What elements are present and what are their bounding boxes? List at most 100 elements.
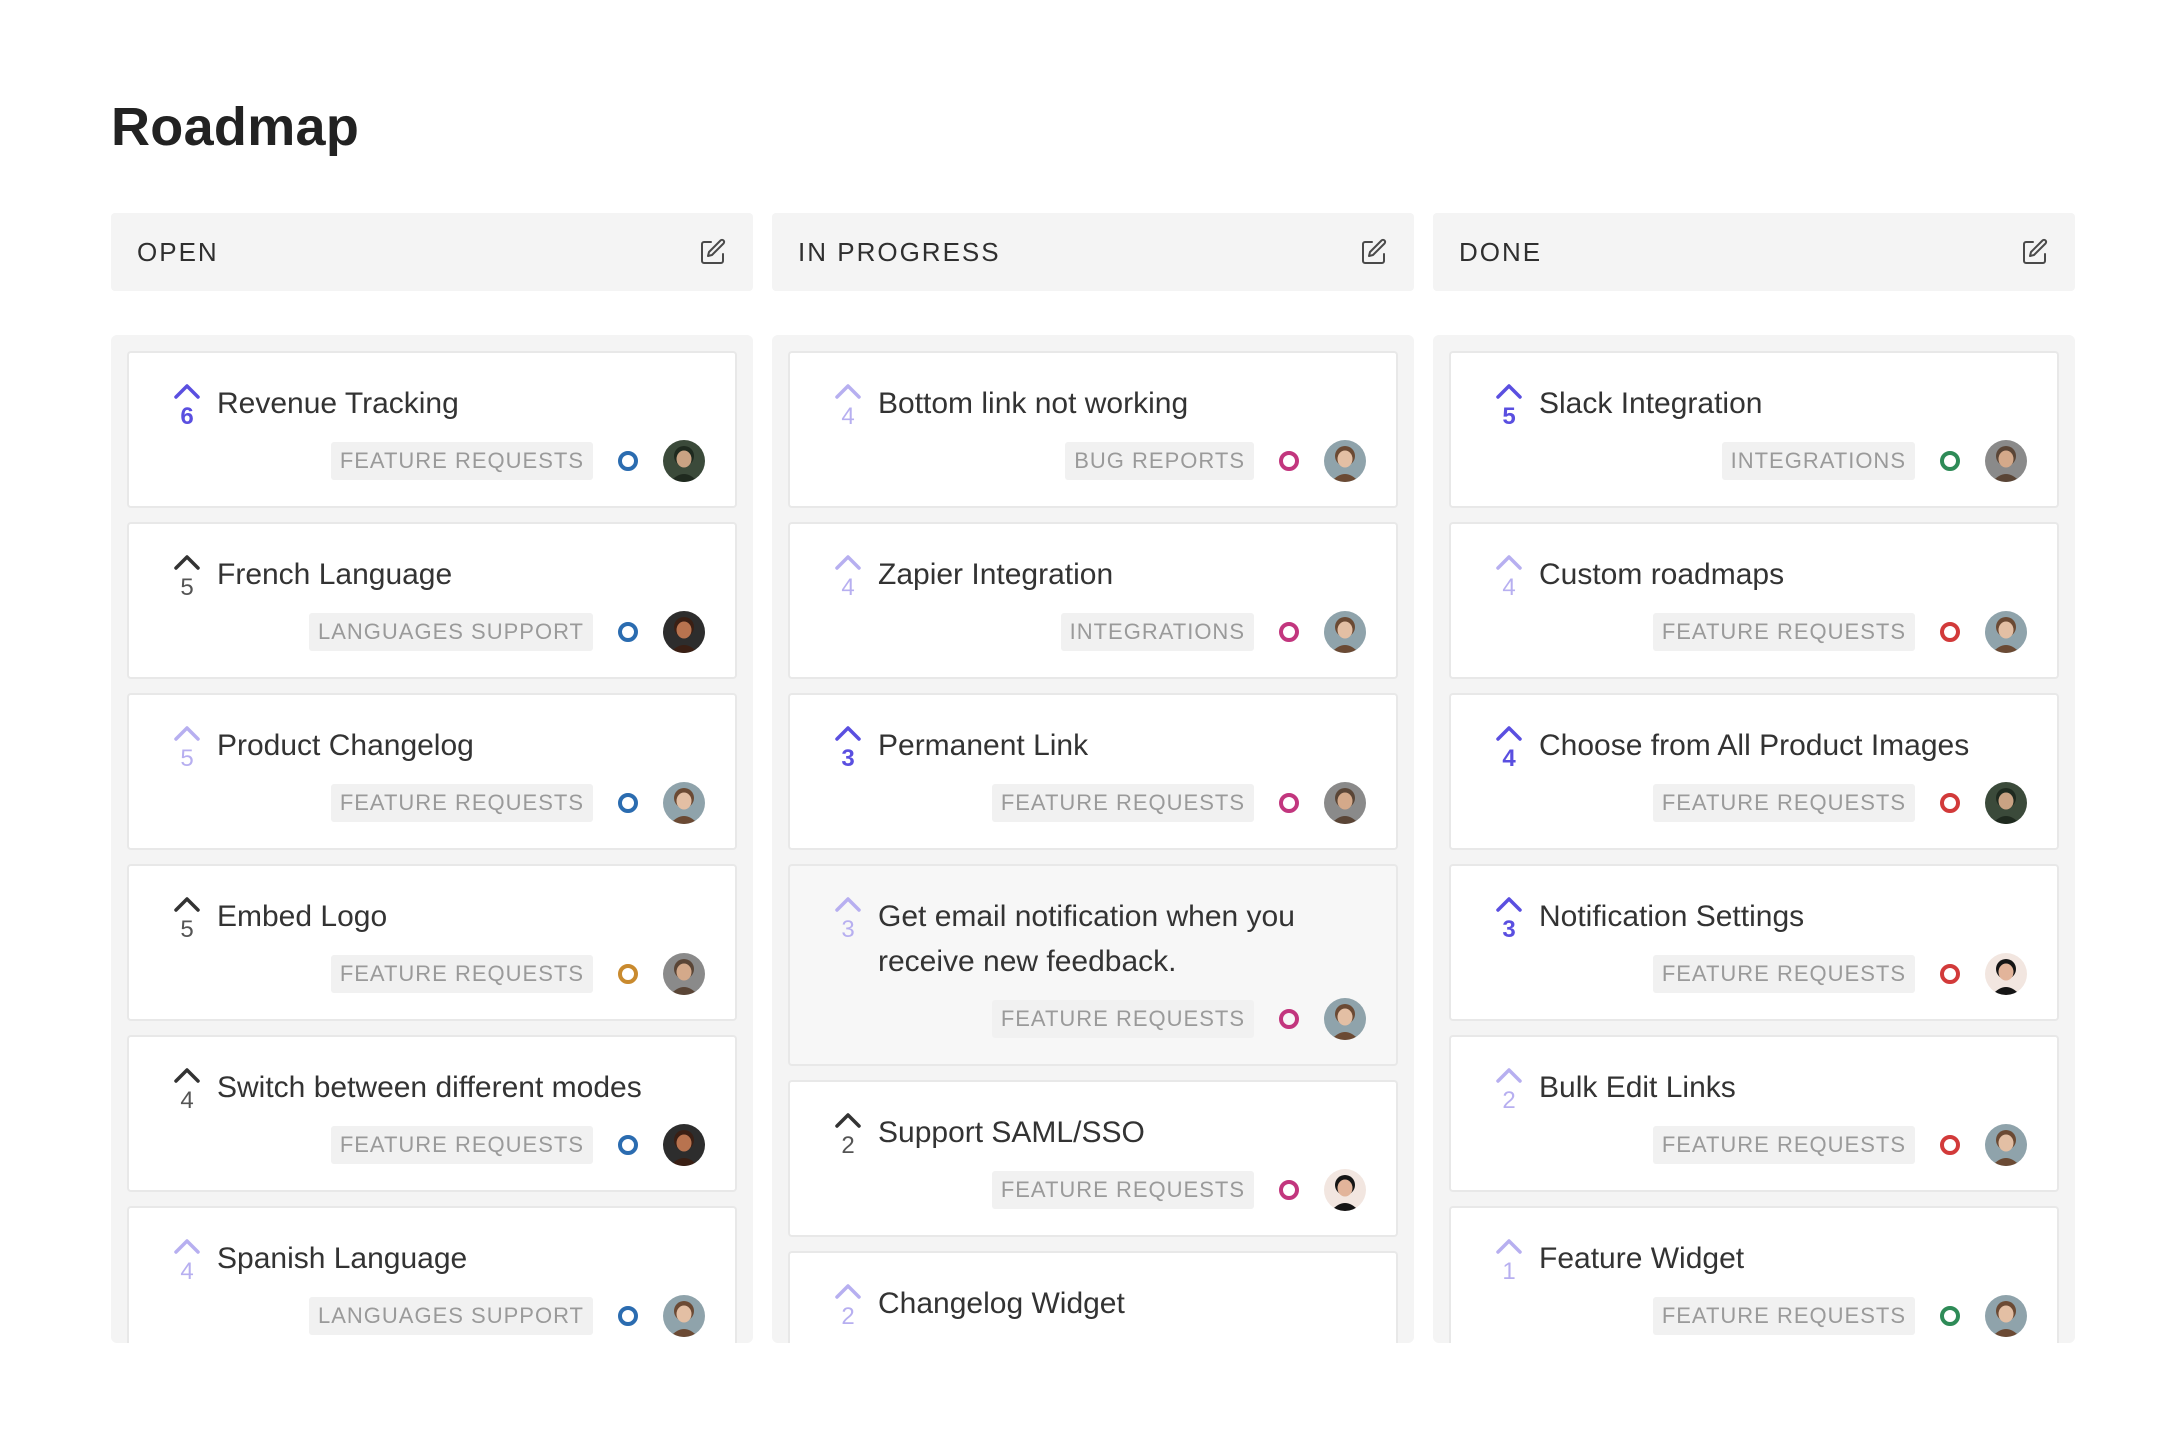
upvote-button[interactable]: 3	[1491, 894, 1527, 944]
upvote-button[interactable]: 5	[169, 552, 205, 602]
roadmap-card[interactable]: 6 Revenue Tracking FEATURE REQUESTS	[127, 351, 737, 508]
vote-count: 4	[180, 1258, 194, 1285]
roadmap-card[interactable]: 5 Slack Integration INTEGRATIONS	[1449, 351, 2059, 508]
card-title: Bottom link not working	[878, 387, 1189, 420]
vote-count: 3	[1502, 916, 1516, 943]
category-tag: LANGUAGES SUPPORT	[309, 613, 593, 651]
roadmap-card[interactable]: 3 Notification Settings FEATURE REQUESTS	[1449, 864, 2059, 1021]
column-header: OPEN	[111, 213, 753, 291]
roadmap-card[interactable]: 4 Zapier Integration INTEGRATIONS	[788, 522, 1398, 679]
upvote-button[interactable]: 4	[169, 1236, 205, 1286]
roadmap-card[interactable]: 1 Feature Widget FEATURE REQUESTS	[1449, 1206, 2059, 1343]
vote-count: 4	[841, 574, 855, 601]
avatar	[1324, 440, 1366, 482]
upvote-button[interactable]: 3	[830, 894, 866, 944]
avatar	[1985, 1124, 2027, 1166]
roadmap-card[interactable]: 4 Custom roadmaps FEATURE REQUESTS	[1449, 522, 2059, 679]
avatar	[1324, 1169, 1366, 1211]
column-body[interactable]: 5 Slack Integration INTEGRATIONS 4 Custom ro…	[1433, 335, 2075, 1343]
edit-icon[interactable]	[1358, 236, 1390, 268]
status-indicator	[618, 964, 638, 984]
card-meta: FEATURE REQUESTS	[1652, 782, 2027, 824]
vote-count: 4	[1502, 745, 1516, 772]
avatar	[663, 782, 705, 824]
card-title: Revenue Tracking	[217, 387, 459, 420]
column-in-progress: IN PROGRESS 4 Bottom link not working BUG R…	[772, 213, 1414, 1343]
status-indicator	[618, 793, 638, 813]
card-meta: LANGUAGES SUPPORT	[309, 1295, 705, 1337]
category-tag: FEATURE REQUESTS	[1652, 1297, 1915, 1335]
upvote-arrow-icon	[1494, 723, 1524, 743]
column-title: OPEN	[137, 236, 219, 267]
column-body[interactable]: 6 Revenue Tracking FEATURE REQUESTS 5 French…	[111, 335, 753, 1343]
upvote-arrow-icon	[172, 552, 202, 572]
card-meta: FEATURE REQUESTS	[330, 440, 705, 482]
upvote-button[interactable]: 5	[1491, 381, 1527, 431]
upvote-button[interactable]: 2	[1491, 1065, 1527, 1115]
card-title: Bulk Edit Links	[1539, 1071, 1736, 1104]
card-title: Get email notification when you receive …	[878, 900, 1295, 978]
vote-count: 3	[841, 916, 855, 943]
upvote-button[interactable]: 1	[1491, 1236, 1527, 1286]
edit-icon[interactable]	[2019, 236, 2051, 268]
upvote-arrow-icon	[833, 894, 863, 914]
roadmap-card[interactable]: 4 Switch between different modes FEATURE R…	[127, 1035, 737, 1192]
category-tag: FEATURE REQUESTS	[1652, 613, 1915, 651]
upvote-button[interactable]: 6	[169, 381, 205, 431]
upvote-button[interactable]: 3	[830, 723, 866, 773]
avatar	[663, 611, 705, 653]
status-indicator	[1940, 622, 1960, 642]
avatar	[1985, 782, 2027, 824]
status-indicator	[1279, 451, 1299, 471]
upvote-button[interactable]: 4	[1491, 723, 1527, 773]
upvote-button[interactable]: 4	[1491, 552, 1527, 602]
vote-count: 1	[1502, 1258, 1516, 1285]
avatar	[1985, 953, 2027, 995]
category-tag: INTEGRATIONS	[1060, 613, 1254, 651]
card-meta: FEATURE REQUESTS	[1652, 611, 2027, 653]
card-meta: LANGUAGES SUPPORT	[309, 611, 705, 653]
upvote-arrow-icon	[172, 381, 202, 401]
avatar	[663, 1124, 705, 1166]
category-tag: BUG REPORTS	[1065, 442, 1254, 480]
status-indicator	[618, 1306, 638, 1326]
status-indicator	[618, 1135, 638, 1155]
card-title: Notification Settings	[1539, 900, 1805, 933]
column-body[interactable]: 4 Bottom link not working BUG REPORTS 4 Zapi…	[772, 335, 1414, 1343]
category-tag: FEATURE REQUESTS	[330, 784, 593, 822]
roadmap-card[interactable]: 2 Bulk Edit Links FEATURE REQUESTS	[1449, 1035, 2059, 1192]
column-open: OPEN 6 Revenue Tracking FEATURE REQUESTS 5 Fr…	[111, 213, 753, 1343]
card-title: Slack Integration	[1539, 387, 1763, 420]
roadmap-card[interactable]: 5 Product Changelog FEATURE REQUESTS	[127, 693, 737, 850]
roadmap-card[interactable]: 4 Spanish Language LANGUAGES SUPPORT	[127, 1206, 737, 1343]
upvote-button[interactable]: 5	[169, 894, 205, 944]
upvote-button[interactable]: 2	[830, 1110, 866, 1160]
card-meta: FEATURE REQUESTS	[330, 782, 705, 824]
upvote-button[interactable]: 4	[830, 552, 866, 602]
card-meta: FEATURE REQUESTS	[330, 1124, 705, 1166]
roadmap-card[interactable]: 5 French Language LANGUAGES SUPPORT	[127, 522, 737, 679]
vote-count: 2	[1502, 1087, 1516, 1114]
roadmap-card[interactable]: 2 Changelog Widget	[788, 1251, 1398, 1343]
roadmap-card[interactable]: 3 Get email notification when you receive…	[788, 864, 1398, 1066]
avatar	[663, 440, 705, 482]
card-meta: INTEGRATIONS	[1721, 440, 2027, 482]
vote-count: 5	[180, 916, 194, 943]
upvote-button[interactable]: 5	[169, 723, 205, 773]
card-title: Embed Logo	[217, 900, 388, 933]
status-indicator	[1940, 1135, 1960, 1155]
roadmap-card[interactable]: 5 Embed Logo FEATURE REQUESTS	[127, 864, 737, 1021]
upvote-arrow-icon	[833, 552, 863, 572]
status-indicator	[1279, 1180, 1299, 1200]
upvote-button[interactable]: 4	[169, 1065, 205, 1115]
roadmap-card[interactable]: 3 Permanent Link FEATURE REQUESTS	[788, 693, 1398, 850]
vote-count: 4	[1502, 574, 1516, 601]
upvote-button[interactable]: 4	[830, 381, 866, 431]
roadmap-card[interactable]: 4 Choose from All Product Images FEATURE R…	[1449, 693, 2059, 850]
edit-icon[interactable]	[697, 236, 729, 268]
column-title: DONE	[1459, 236, 1543, 267]
category-tag: FEATURE REQUESTS	[1652, 1126, 1915, 1164]
roadmap-card[interactable]: 2 Support SAML/SSO FEATURE REQUESTS	[788, 1080, 1398, 1237]
roadmap-card[interactable]: 4 Bottom link not working BUG REPORTS	[788, 351, 1398, 508]
upvote-button[interactable]: 2	[830, 1281, 866, 1331]
